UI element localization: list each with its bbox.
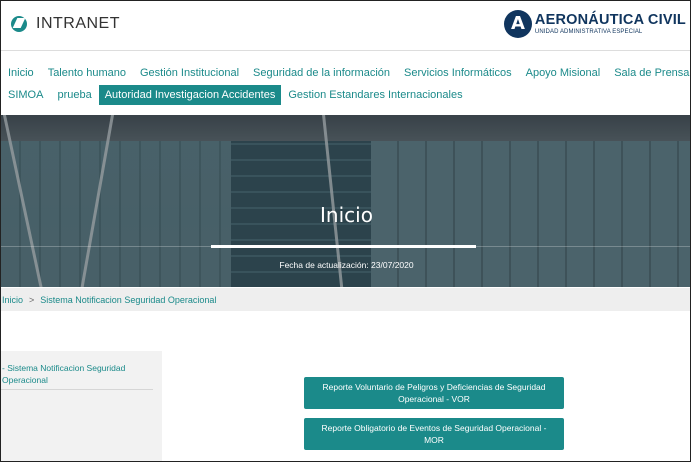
intranet-logo-text: INTRANET — [36, 15, 120, 32]
page-frame: INTRANET AERONÁUTICA CIVIL UNIDAD ADMINI… — [0, 0, 691, 462]
nav-item-seguridad-informacion[interactable]: Seguridad de la información — [246, 63, 397, 83]
hero-banner: Inicio Fecha de actualización: 23/07/202… — [1, 115, 690, 287]
hero-title: Inicio — [320, 203, 373, 227]
intranet-logo[interactable]: INTRANET — [11, 15, 120, 33]
main-nav: Inicio Talento humano Gestión Institucio… — [1, 62, 690, 106]
brand-subtitle: UNIDAD ADMINISTRATIVA ESPECIAL — [534, 28, 643, 35]
sidebar: - Sistema Notificacion Seguridad Operaci… — [1, 351, 162, 461]
reporte-mor-button[interactable]: Reporte Obligatorio de Eventos de Seguri… — [304, 418, 564, 450]
nav-row-1: Inicio Talento humano Gestión Institucio… — [1, 62, 690, 84]
intranet-logo-icon — [11, 16, 27, 32]
nav-item-gestion-institucional[interactable]: Gestión Institucional — [133, 63, 246, 83]
sidebar-divider — [1, 389, 153, 390]
nav-item-simoa[interactable]: SIMOA — [1, 85, 50, 105]
aeronautica-logo-icon — [503, 10, 532, 38]
nav-item-sala-prensa[interactable]: Sala de Prensa — [607, 63, 690, 83]
header: INTRANET AERONÁUTICA CIVIL UNIDAD ADMINI… — [1, 1, 690, 51]
nav-item-apoyo-misional[interactable]: Apoyo Misional — [519, 63, 608, 83]
breadcrumb-current[interactable]: Sistema Notificacion Seguridad Operacion… — [40, 295, 216, 305]
aeronautica-logo[interactable]: AERONÁUTICA CIVIL UNIDAD ADMINISTRATIVA … — [503, 10, 686, 38]
nav-item-talento-humano[interactable]: Talento humano — [41, 63, 133, 83]
nav-item-autoridad-investigacion[interactable]: Autoridad Investigacion Accidentes — [98, 85, 282, 105]
reporte-vor-button[interactable]: Reporte Voluntario de Peligros y Deficie… — [304, 377, 564, 409]
nav-item-inicio[interactable]: Inicio — [1, 63, 41, 83]
sidebar-item-sistema-notificacion[interactable]: - Sistema Notificacion Seguridad Operaci… — [1, 362, 151, 386]
breadcrumb-home[interactable]: Inicio — [2, 295, 23, 305]
nav-item-servicios-informaticos[interactable]: Servicios Informáticos — [397, 63, 519, 83]
nav-row-2: SIMOA prueba Autoridad Investigacion Acc… — [1, 84, 690, 106]
hero-update-date: Fecha de actualización: 23/07/2020 — [279, 260, 414, 270]
nav-item-gestion-estandares[interactable]: Gestion Estandares Internacionales — [281, 85, 469, 105]
brand-title: AERONÁUTICA CIVIL — [534, 12, 686, 29]
breadcrumb: Inicio > Sistema Notificacion Seguridad … — [1, 288, 690, 311]
breadcrumb-separator: > — [29, 294, 35, 305]
nav-item-prueba[interactable]: prueba — [50, 85, 98, 105]
hero-divider — [211, 245, 476, 248]
